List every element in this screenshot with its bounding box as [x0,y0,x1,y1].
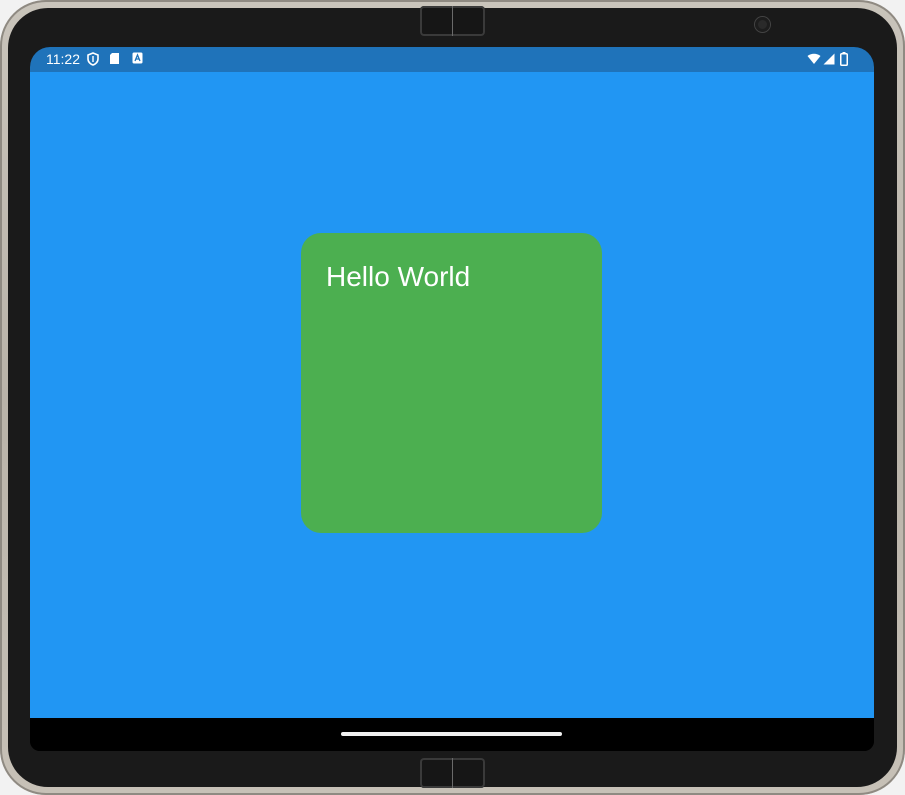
keyboard-a-icon [132,52,143,64]
camera-icon [755,17,770,32]
hinge-divider-top [452,6,453,36]
wifi-icon [807,53,821,64]
signal-icon [823,53,835,65]
sd-card-icon [110,53,119,64]
hello-card: Hello World [301,233,602,533]
shield-icon [87,52,99,66]
hello-text: Hello World [326,261,471,292]
device-frame: 11:22 Hello World [0,0,905,795]
battery-icon [840,52,848,66]
screen: 11:22 Hello World [30,47,874,751]
hinge-divider-bottom [452,758,453,788]
status-bar: 11:22 [30,47,874,72]
app-content: Hello World [30,72,874,718]
navigation-bar [30,718,874,751]
home-handle[interactable] [341,732,562,736]
status-time: 11:22 [46,51,80,67]
